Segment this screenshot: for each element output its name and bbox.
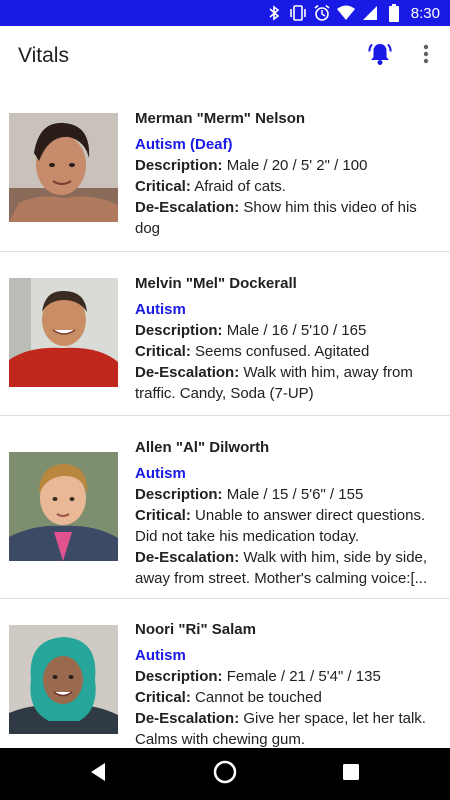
app-bar: Vitals	[0, 26, 450, 88]
back-button[interactable]	[84, 760, 112, 788]
more-options-button[interactable]	[414, 42, 438, 70]
screen: 8:30 Vitals Merman "Merm" Nelson Autism …	[0, 0, 450, 800]
person-info: Allen "Al" Dilworth Autism Description: …	[135, 437, 438, 589]
person-deescalation: De-Escalation: Walk with him, away from …	[135, 364, 413, 402]
person-name: Melvin "Mel" Dockerall	[135, 275, 297, 292]
more-vert-icon	[423, 44, 429, 69]
person-info: Merman "Merm" Nelson Autism (Deaf) Descr…	[135, 108, 438, 239]
person-deescalation: De-Escalation: Give her space, let her t…	[135, 710, 426, 748]
battery-icon	[385, 4, 403, 22]
recents-icon	[342, 763, 360, 786]
person-critical: Critical: Afraid of cats.	[135, 178, 286, 195]
wifi-icon	[336, 4, 355, 22]
vitals-list[interactable]: Merman "Merm" Nelson Autism (Deaf) Descr…	[0, 88, 450, 748]
person-condition: Autism (Deaf)	[135, 136, 233, 153]
person-condition: Autism	[135, 465, 186, 482]
person-name: Noori "Ri" Salam	[135, 621, 256, 638]
avatar	[9, 452, 118, 561]
home-button[interactable]	[211, 760, 239, 788]
person-critical: Critical: Seems confused. Agitated	[135, 343, 370, 360]
page-title: Vitals	[18, 44, 69, 67]
signal-icon	[361, 4, 379, 22]
back-icon	[89, 762, 107, 787]
recents-button[interactable]	[337, 760, 365, 788]
person-description: Description: Female / 21 / 5'4" / 135	[135, 668, 381, 685]
bell-ringing-icon	[367, 41, 393, 72]
person-critical: Critical: Cannot be touched	[135, 689, 322, 706]
notifications-button[interactable]	[366, 42, 394, 70]
status-time: 8:30	[410, 4, 440, 22]
navigation-bar	[0, 748, 450, 800]
person-condition: Autism	[135, 647, 186, 664]
list-item[interactable]: Allen "Al" Dilworth Autism Description: …	[0, 416, 450, 599]
person-info: Noori "Ri" Salam Autism Description: Fem…	[135, 619, 438, 748]
person-name: Merman "Merm" Nelson	[135, 110, 306, 127]
person-deescalation: De-Escalation: Walk with him, side by si…	[135, 549, 428, 587]
person-critical: Critical: Unable to answer direct questi…	[135, 507, 426, 545]
home-icon	[213, 760, 237, 789]
avatar	[9, 625, 118, 734]
vibrate-icon	[289, 4, 307, 22]
person-description: Description: Male / 16 / 5'10 / 165	[135, 322, 367, 339]
list-item[interactable]: Noori "Ri" Salam Autism Description: Fem…	[0, 599, 450, 748]
alarm-icon	[313, 4, 331, 22]
list-item[interactable]: Merman "Merm" Nelson Autism (Deaf) Descr…	[0, 88, 450, 252]
bluetooth-icon	[265, 4, 283, 22]
avatar	[9, 278, 118, 387]
person-condition: Autism	[135, 301, 186, 318]
person-description: Description: Male / 15 / 5'6" / 155	[135, 486, 364, 503]
person-description: Description: Male / 20 / 5' 2" / 100	[135, 157, 368, 174]
person-deescalation: De-Escalation: Show him this video of hi…	[135, 199, 417, 237]
person-name: Allen "Al" Dilworth	[135, 439, 270, 456]
status-bar: 8:30	[0, 0, 450, 26]
list-item[interactable]: Melvin "Mel" Dockerall Autism Descriptio…	[0, 252, 450, 416]
person-info: Melvin "Mel" Dockerall Autism Descriptio…	[135, 273, 438, 404]
avatar	[9, 113, 118, 222]
